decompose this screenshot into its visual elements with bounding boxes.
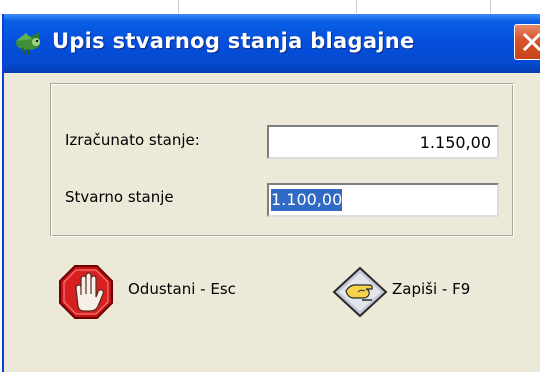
actual-balance-label: Stvarno stanje — [65, 188, 174, 206]
background-divider — [490, 0, 491, 13]
close-button[interactable] — [514, 24, 540, 60]
calculated-balance-label: Izračunato stanje: — [65, 131, 200, 149]
dialog-window: Upis stvarnog stanja blagajne Izračunato… — [2, 14, 540, 372]
save-button[interactable]: Zapiši - F9 — [332, 264, 532, 318]
calculated-balance-field[interactable]: 1.150,00 — [267, 125, 499, 159]
hand-write-icon — [332, 266, 388, 318]
cancel-button[interactable]: Odustani - Esc — [58, 264, 268, 319]
app-bird-icon — [16, 32, 40, 56]
close-x-icon — [522, 32, 540, 52]
actual-balance-value: 1.100,00 — [271, 189, 343, 211]
background-strip — [0, 0, 540, 14]
save-label: Zapiši - F9 — [392, 280, 471, 298]
stop-hand-icon — [59, 265, 113, 319]
background-divider — [178, 0, 179, 13]
background-divider — [356, 0, 357, 13]
balance-group: Izračunato stanje: 1.150,00 Stvarno stan… — [50, 83, 514, 237]
cancel-label: Odustani - Esc — [128, 280, 236, 298]
title-bar[interactable]: Upis stvarnog stanja blagajne — [4, 14, 540, 73]
actual-balance-input[interactable]: 1.100,00 — [267, 183, 499, 217]
calculated-balance-value: 1.150,00 — [419, 133, 491, 152]
window-title: Upis stvarnog stanja blagajne — [52, 29, 415, 53]
